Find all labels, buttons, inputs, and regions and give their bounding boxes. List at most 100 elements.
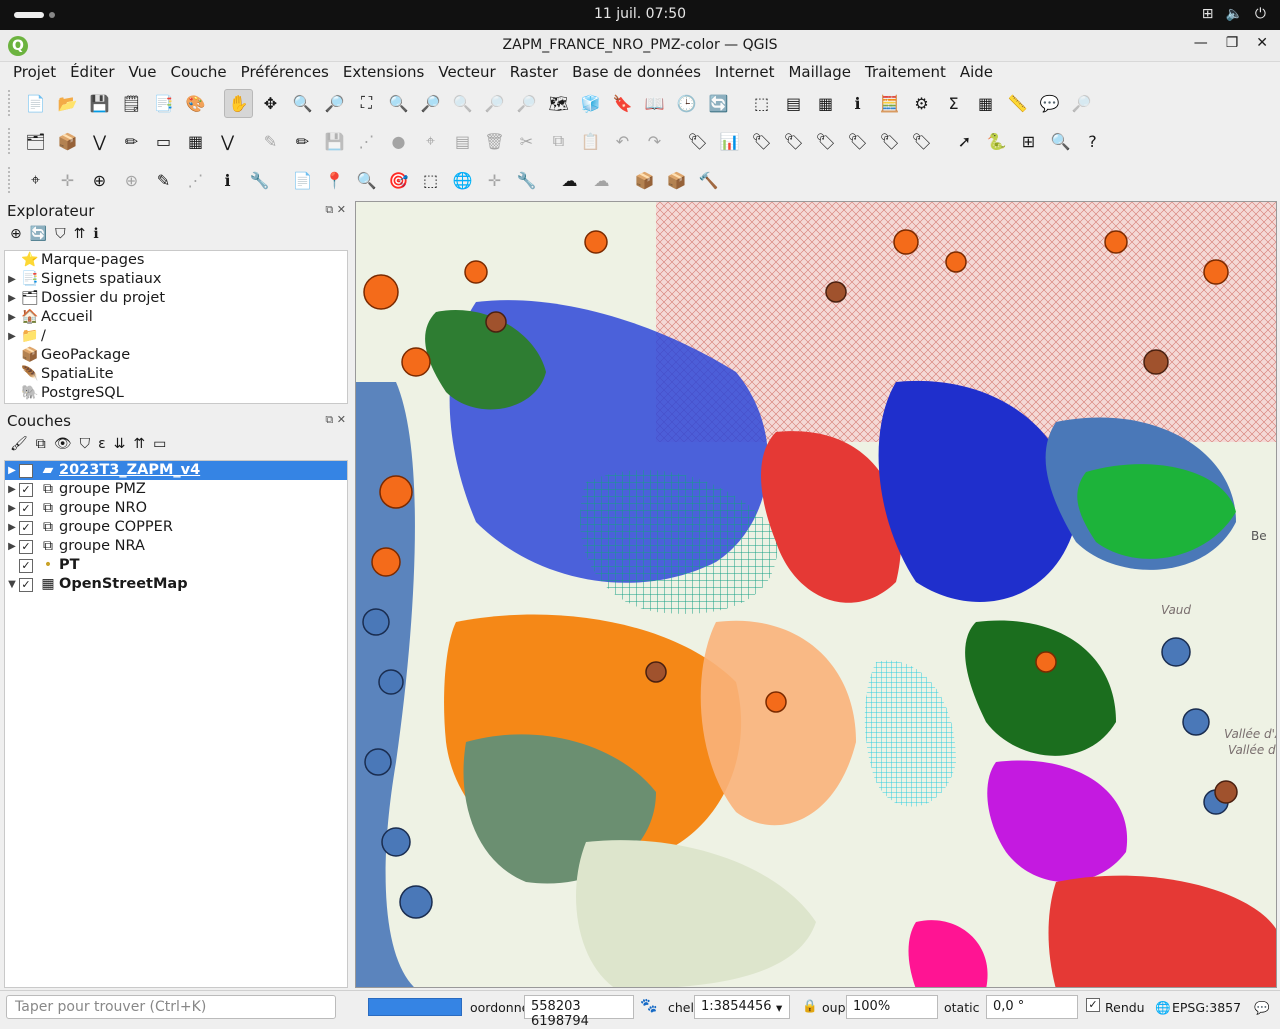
attribute-table-icon[interactable]: ▦ [971,89,1000,118]
xy-tool-icon[interactable]: ✛ [480,166,509,195]
delete-selected-icon[interactable]: 🗑 [480,127,509,156]
add-feature-icon[interactable]: ● [384,127,413,156]
explorer-item[interactable]: ▶ 🗂 Dossier du projet [5,289,347,308]
collapse-all-icon[interactable]: ⇈ [133,436,145,452]
style-manager-icon[interactable]: 🎨 [181,89,210,118]
explorer-tree[interactable]: ⭐ Marque-pages ▶ 📑 Signets spatiaux ▶ 🗂 Dossi… [4,250,348,404]
menu-preferences[interactable]: Préférences [234,62,336,84]
highlight-label-icon[interactable]: 🏷 [747,127,776,156]
zoom-out-icon[interactable]: 🔎 [320,89,349,118]
menu-vecteur[interactable]: Vecteur [431,62,502,84]
locator-search-input[interactable]: Taper pour trouver (Ctrl+K) [6,995,336,1019]
filter-expression-icon[interactable]: ε [98,436,106,452]
show-hide-labels-icon[interactable]: 🏷 [811,127,840,156]
toolbar-grip[interactable] [8,90,14,116]
save-edits-icon[interactable]: 💾 [320,127,349,156]
add-point-icon[interactable]: ⊕ [85,166,114,195]
new-geopackage-layer-icon[interactable]: 📦 [53,127,82,156]
expand-arrow-icon[interactable]: ▶ [5,518,19,537]
layer-checkbox[interactable]: ✓ [19,520,33,535]
menu-extensions[interactable]: Extensions [336,62,431,84]
help-icon[interactable]: ? [1078,127,1107,156]
statistical-summary-icon[interactable]: Σ [939,89,968,118]
collapse-all-icon[interactable]: ⇈ [74,226,86,242]
add-selected-layers-icon[interactable]: ⊕ [10,226,22,242]
measure-line-icon[interactable]: 📏 [1003,89,1032,118]
menu-couche[interactable]: Couche [164,62,234,84]
zoom-next-icon[interactable]: 🔎 [512,89,541,118]
toggle-extents-icon[interactable]: 🐾 [640,998,657,1014]
new-spatialite-layer-icon[interactable]: ⋁ [213,127,242,156]
expand-arrow-icon[interactable]: ▶ [5,308,19,327]
layout-manager-icon[interactable]: 📑 [149,89,178,118]
layer-item[interactable]: ▶ ✓ ⧉ groupe COPPER [5,518,347,537]
plugin-grid-icon[interactable]: ⊞ [1014,127,1043,156]
properties-icon[interactable]: ℹ [93,226,98,242]
layer-checkbox[interactable]: ✓ [19,482,33,497]
settings-wrench-icon[interactable]: 🔧 [245,166,274,195]
menu-traitement[interactable]: Traitement [858,62,953,84]
vertex-tool-icon[interactable]: ⌖ [416,127,445,156]
zoom-to-layer-icon[interactable]: 🔎 [416,89,445,118]
processing-toolbox-icon[interactable]: ⚙ [907,89,936,118]
magnifier-field[interactable]: 100% [846,995,938,1019]
menu-internet[interactable]: Internet [708,62,782,84]
minimize-button[interactable]: — [1194,35,1208,51]
system-tray[interactable]: ⊞ 🔈 ⏻ [1202,6,1266,22]
refresh-icon[interactable]: 🔄 [704,89,733,118]
pan-map-icon[interactable]: ✋ [224,88,253,118]
select-extent-icon[interactable]: ⬚ [416,166,445,195]
layer-checkbox[interactable]: ✓ [19,539,33,554]
save-project-icon[interactable]: 💾 [85,89,114,118]
layer-item[interactable]: ✓ • PT [5,556,347,575]
diagram-options-icon[interactable]: 📊 [715,127,744,156]
toolbar-grip[interactable] [8,167,14,193]
crs-button[interactable]: EPSG:3857 [1172,1000,1241,1015]
layer-item[interactable]: ▶ ✓ ⧉ groupe PMZ [5,480,347,499]
layer-item[interactable]: ▶ ✓ ⧉ groupe NRA [5,537,347,556]
package-icon[interactable]: 📦 [630,166,659,195]
search-place-icon[interactable]: 🔍 [352,166,381,195]
explorer-item[interactable]: ⭐ Marque-pages [5,251,347,270]
paste-features-icon[interactable]: 📋 [576,127,605,156]
menu-base-de-donnees[interactable]: Base de données [565,62,708,84]
expand-all-icon[interactable]: ⇊ [114,436,126,452]
menu-raster[interactable]: Raster [503,62,565,84]
menu-projet[interactable]: Projet [6,62,63,84]
menu-editer[interactable]: Éditer [63,62,121,84]
layer-styling-icon[interactable]: 🖌 [10,436,28,452]
new-temporary-layer-icon[interactable]: ✏ [117,127,146,156]
globe-icon[interactable]: 🌐 [448,166,477,195]
current-edits-icon[interactable]: ✎ [256,127,285,156]
locator-icon[interactable]: 🔎 [1067,89,1096,118]
new-mesh-layer-icon[interactable]: ▦ [181,127,210,156]
explorer-item[interactable]: 🐘 PostgreSQL [5,384,347,403]
cloud-sync-icon[interactable]: ☁ [587,166,616,195]
crs-globe-icon[interactable]: 🌐 [1155,1000,1171,1016]
undo-icon[interactable]: ↶ [608,127,637,156]
info-icon[interactable]: ℹ [213,166,242,195]
layer-item[interactable]: ▼ ✓ ▦ OpenStreetMap [5,575,347,594]
redo-icon[interactable]: ↷ [640,127,669,156]
deselect-all-icon[interactable]: ▦ [811,89,840,118]
digitize-icon[interactable]: ⋰ [352,127,381,156]
manage-visibility-icon[interactable]: 👁 [54,436,72,452]
expand-arrow-icon[interactable]: ▶ [5,499,19,518]
new-layout-icon[interactable]: 🗒 [117,89,146,118]
layer-item[interactable]: ▶ ✓ ⧉ groupe NRO [5,499,347,518]
rotate-label-icon[interactable]: 🏷 [875,127,904,156]
system-clock[interactable]: 11 juil. 07:50 [0,6,1280,22]
panel-float-close-icon[interactable]: ⧉ ✕ [325,413,346,427]
open-project-icon[interactable]: 📂 [53,89,82,118]
explorer-item[interactable]: 🪶 SpatiaLite [5,365,347,384]
map-tips-icon[interactable]: 💬 [1035,89,1064,118]
layer-checkbox[interactable]: ✓ [19,501,33,516]
expand-arrow-icon[interactable]: ▶ [5,289,19,308]
close-button[interactable]: ✕ [1256,35,1268,51]
layer-checkbox[interactable]: ✓ [19,577,33,592]
identify-features-icon[interactable]: ℹ [843,89,872,118]
plugin-search-icon[interactable]: 🔍 [1046,127,1075,156]
georeferencer-icon[interactable]: ⌖ [21,166,50,195]
lock-scale-icon[interactable]: 🔒 [802,998,818,1014]
show-bookmarks-icon[interactable]: 📖 [640,89,669,118]
